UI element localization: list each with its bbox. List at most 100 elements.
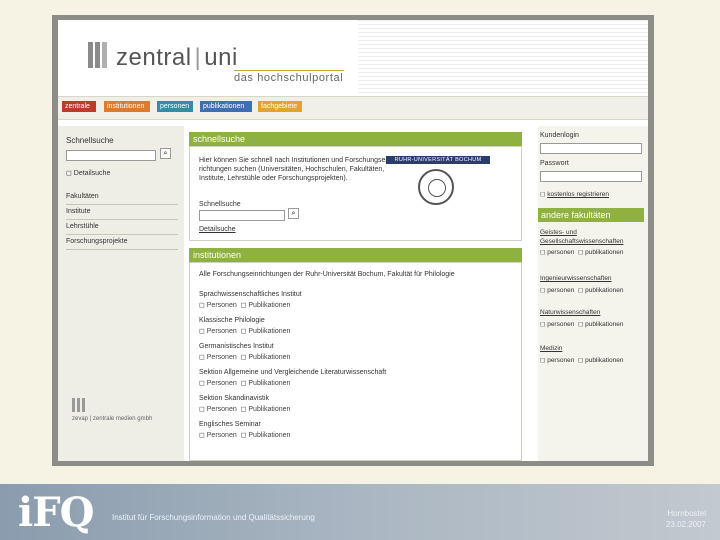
- option-publikationen[interactable]: publikationen: [585, 249, 623, 256]
- institution-title[interactable]: Sprachwissenschaftliches Institut: [199, 291, 302, 298]
- slide-footer: iFQ Institut für Forschungsinformation u…: [0, 484, 720, 540]
- option-personen[interactable]: personen: [547, 357, 574, 364]
- tab-publikationen[interactable]: publikationen: [200, 101, 252, 112]
- logo-separator: |: [194, 44, 202, 71]
- detail-search-link[interactable]: Detailsuche: [199, 226, 236, 234]
- sidebar-divider: [66, 204, 178, 205]
- ifq-logo: iFQ: [18, 489, 94, 536]
- university-banner: RUHR-UNIVERSITÄT BOCHUM: [386, 156, 490, 164]
- schnellsuche-header: schnellsuche: [189, 132, 522, 146]
- faculty-link[interactable]: Naturwissenschaften: [540, 308, 644, 317]
- register-link[interactable]: ◻ kostenlos registrieren: [540, 190, 644, 198]
- tab-personen[interactable]: personen: [157, 101, 193, 112]
- option-personen[interactable]: personen: [547, 287, 574, 294]
- institution-title[interactable]: Englisches Seminar: [199, 421, 261, 428]
- faculty-options[interactable]: ◻ personen ◻ publikationen: [540, 356, 644, 364]
- zevap-logo-icon: [72, 398, 86, 412]
- other-faculties-header: andere fakultäten: [538, 208, 644, 222]
- logo-main-text: zentral: [116, 44, 192, 71]
- institution-links[interactable]: ◻ Personen ◻ Publikationen: [199, 431, 290, 439]
- footer-date: 23.02.2007: [665, 520, 706, 529]
- browser-frame: zentral | uni das hochschulportal zentrale…: [52, 15, 654, 466]
- sidebar-search-input[interactable]: [66, 150, 156, 161]
- link-personen[interactable]: Personen: [207, 302, 237, 309]
- sidebar-divider: [66, 234, 178, 235]
- option-publikationen[interactable]: publikationen: [585, 321, 623, 328]
- link-personen[interactable]: Personen: [207, 406, 237, 413]
- link-publikationen[interactable]: Publikationen: [248, 380, 290, 387]
- tab-institutionen[interactable]: institutionen: [104, 101, 150, 112]
- institution-title[interactable]: Sektion Allgemeine und Vergleichende Lit…: [199, 369, 386, 376]
- zevap-company: zentrale medien gmbh: [92, 416, 153, 422]
- footer-tagline: Institut für Forschungsinformation und Q…: [112, 513, 315, 522]
- intro-text-line-1: Hier können Sie schnell nach Institution…: [199, 157, 394, 164]
- institution-title[interactable]: Sektion Skandinavistik: [199, 395, 269, 402]
- register-label: kostenlos registrieren: [547, 191, 609, 198]
- institutionen-panel: Alle Forschungseinrichtungen der Ruhr-Un…: [189, 262, 522, 461]
- institution-title[interactable]: Germanistisches Institut: [199, 343, 274, 350]
- zentraluni-logo-icon: [88, 42, 110, 68]
- institution-links[interactable]: ◻ Personen ◻ Publikationen: [199, 379, 290, 387]
- institution-links[interactable]: ◻ Personen ◻ Publikationen: [199, 353, 290, 361]
- sidebar-item-forschungsprojekte[interactable]: Forschungsprojekte: [66, 238, 176, 245]
- search-icon[interactable]: ⌕: [160, 148, 171, 159]
- zevap-name: zevap: [72, 416, 89, 422]
- faculty-link[interactable]: Ingenieurwissenschaften: [540, 274, 644, 283]
- link-publikationen[interactable]: Publikationen: [248, 432, 290, 439]
- link-personen[interactable]: Personen: [207, 354, 237, 361]
- link-publikationen[interactable]: Publikationen: [248, 406, 290, 413]
- sidebar-detail-label: Detailsuche: [73, 170, 111, 177]
- intro-text-line-3: Institute, Lehrstühle oder Forschungspro…: [199, 175, 348, 182]
- login-label: Kundenlogin: [540, 132, 579, 139]
- tab-fachgebiete[interactable]: fachgebiete: [258, 101, 302, 112]
- sidebar-divider: [66, 249, 178, 250]
- faculty-link[interactable]: Geistes- und Gesellschaftswissenschaften: [540, 228, 644, 246]
- option-personen[interactable]: personen: [547, 249, 574, 256]
- quick-search-input[interactable]: [199, 210, 285, 221]
- logo-underline: [234, 70, 344, 71]
- password-input[interactable]: [540, 171, 642, 182]
- quick-search-label: Schnellsuche: [199, 201, 241, 208]
- link-personen[interactable]: Personen: [207, 328, 237, 335]
- institutionen-header: institutionen: [189, 248, 522, 262]
- link-publikationen[interactable]: Publikationen: [248, 302, 290, 309]
- right-sidebar: Kundenlogin Passwort ◻ kostenlos registr…: [538, 126, 648, 461]
- web-page: zentral | uni das hochschulportal zentrale…: [58, 20, 648, 461]
- sidebar-item-fakultaeten[interactable]: Fakultäten: [66, 193, 176, 200]
- link-personen[interactable]: Personen: [207, 432, 237, 439]
- site-logo[interactable]: zentral | uni: [116, 44, 238, 72]
- site-header: zentral | uni das hochschulportal: [58, 20, 648, 96]
- sidebar-item-lehrstuehle[interactable]: Lehrstühle: [66, 223, 176, 230]
- link-personen[interactable]: Personen: [207, 380, 237, 387]
- institutionen-intro: Alle Forschungseinrichtungen der Ruhr-Un…: [199, 271, 455, 278]
- institution-title[interactable]: Klassische Philologie: [199, 317, 265, 324]
- sidebar-divider: [66, 219, 178, 220]
- sidebar-item-institute[interactable]: Institute: [66, 208, 176, 215]
- link-publikationen[interactable]: Publikationen: [248, 328, 290, 335]
- option-publikationen[interactable]: publikationen: [585, 357, 623, 364]
- faculty-options[interactable]: ◻ personen ◻ publikationen: [540, 286, 644, 294]
- option-personen[interactable]: personen: [547, 321, 574, 328]
- institution-links[interactable]: ◻ Personen ◻ Publikationen: [199, 301, 290, 309]
- sidebar-search-title: Schnellsuche: [66, 136, 114, 145]
- footer-author: Hornbostel: [667, 509, 706, 518]
- left-sidebar: Schnellsuche ⌕ ◻ Detailsuche Fakultäten …: [58, 126, 184, 461]
- tab-zentrale[interactable]: zentrale: [62, 101, 96, 112]
- search-icon[interactable]: ⌕: [288, 208, 299, 219]
- institution-links[interactable]: ◻ Personen ◻ Publikationen: [199, 405, 290, 413]
- logo-uni-text: uni: [204, 44, 238, 71]
- faculty-options[interactable]: ◻ personen ◻ publikationen: [540, 248, 644, 256]
- schnellsuche-panel: Hier können Sie schnell nach Institution…: [189, 146, 522, 241]
- login-input[interactable]: [540, 143, 642, 154]
- faculty-link[interactable]: Medizin: [540, 344, 644, 353]
- faculty-options[interactable]: ◻ personen ◻ publikationen: [540, 320, 644, 328]
- institution-links[interactable]: ◻ Personen ◻ Publikationen: [199, 327, 290, 335]
- password-label: Passwort: [540, 160, 569, 167]
- zevap-logo: zevap | zentrale medien gmbh: [72, 416, 153, 422]
- sidebar-detail-search-link[interactable]: ◻ Detailsuche: [66, 169, 110, 177]
- link-publikationen[interactable]: Publikationen: [248, 354, 290, 361]
- option-publikationen[interactable]: publikationen: [585, 287, 623, 294]
- header-pattern: [358, 20, 648, 96]
- university-seal-icon: [418, 169, 454, 205]
- main-nav: zentrale institutionen personen publikat…: [58, 96, 648, 120]
